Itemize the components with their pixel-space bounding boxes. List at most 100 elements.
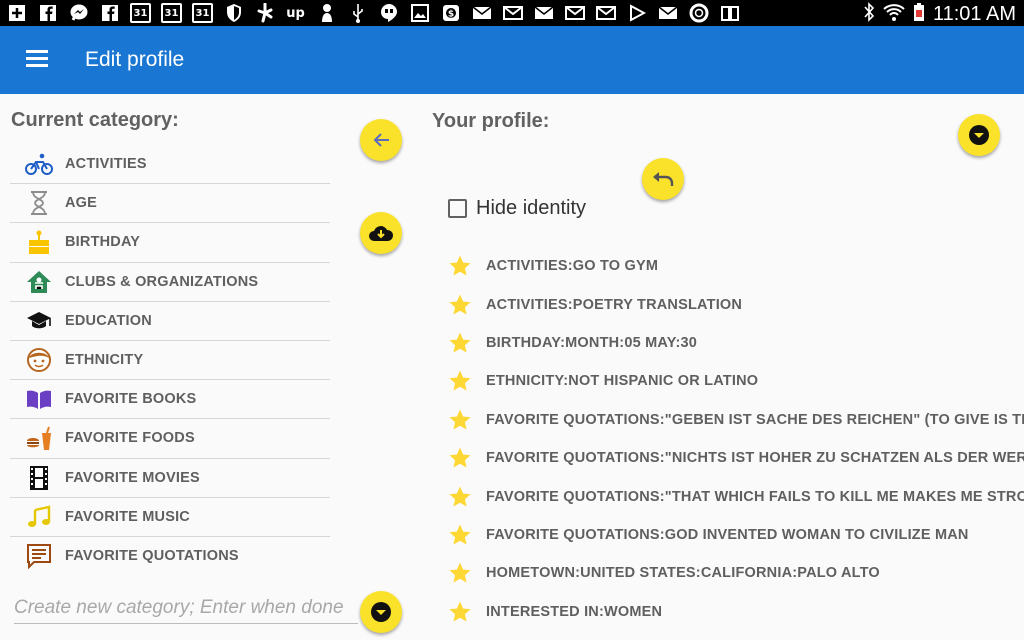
undo-button[interactable] (642, 158, 684, 200)
profile-item-text: INTERESTED IN:WOMEN (486, 603, 663, 620)
hide-identity-checkbox[interactable] (448, 199, 467, 218)
status-time: 11:01 AM (932, 3, 1016, 25)
app-bar: Edit profile (0, 26, 1024, 94)
hangouts-icon (378, 3, 399, 23)
profile-item[interactable]: FAVORITE QUOTATIONS:"THAT WHICH FAILS TO… (448, 477, 1024, 515)
usb-icon (347, 3, 368, 23)
facebook-icon (99, 3, 120, 23)
face-icon (25, 346, 53, 374)
profile-item[interactable]: INTERESTED IN:WOMEN (448, 593, 1024, 631)
cloud-download-icon (369, 226, 394, 241)
mail-icon (657, 3, 678, 23)
profile-item-text: ETHNICITY:NOT HISPANIC OR LATINO (486, 373, 759, 390)
back-button[interactable] (360, 119, 402, 161)
battery-icon (913, 2, 925, 27)
category-label: FAVORITE MOVIES (65, 469, 200, 486)
photo-icon (409, 3, 430, 23)
menu-icon-line (26, 57, 48, 60)
chevron-down-circle-icon (969, 125, 989, 145)
profile-item-text: HOMETOWN:UNITED STATES:CALIFORNIA:PALO A… (486, 565, 880, 582)
messenger-icon (68, 3, 89, 23)
star-icon (449, 562, 471, 583)
category-label: ETHNICITY (65, 352, 144, 369)
star-icon (449, 524, 471, 545)
dollar-icon: $ (440, 3, 461, 23)
category-item-favorite-foods[interactable]: FAVORITE FOODS (10, 419, 330, 459)
category-item-favorite-movies[interactable]: FAVORITE MOVIES (10, 459, 330, 498)
profile-item-text: BIRTHDAY:MONTH:05 MAY:30 (486, 334, 698, 351)
profile-item[interactable]: FAVORITE QUOTATIONS:"GEBEN IST SACHE DES… (448, 401, 1024, 439)
chevron-down-circle-icon (371, 602, 391, 622)
mail-icon (595, 3, 616, 23)
calendar-icon: 31 (192, 3, 213, 23)
category-label: EDUCATION (65, 312, 152, 329)
category-item-activities[interactable]: ACTIVITIES (10, 145, 330, 185)
category-label: BIRTHDAY (65, 234, 141, 251)
new-category-input[interactable] (14, 592, 358, 624)
star-icon (449, 332, 471, 353)
category-item-clubs-organizations[interactable]: CLUBS & ORGANIZATIONS (10, 263, 330, 302)
profile-item[interactable]: HOMETOWN:UNITED STATES:CALIFORNIA:PALO A… (448, 554, 1024, 592)
category-label: FAVORITE FOODS (65, 430, 195, 447)
profile-item-text: ACTIVITIES:POETRY TRANSLATION (486, 296, 743, 313)
notification-icons: 31 31 31 up $ (6, 3, 740, 23)
profile-item[interactable]: FAVORITE QUOTATIONS:"NICHTS IST HOHER ZU… (448, 439, 1024, 477)
profile-item-text: FAVORITE QUOTATIONS:GOD INVENTED WOMAN T… (486, 526, 969, 543)
profile-item[interactable]: ACTIVITIES:POETRY TRANSLATION (448, 285, 1024, 323)
wifi-icon (883, 2, 905, 27)
book-icon (25, 385, 53, 413)
profile-options-button[interactable] (958, 114, 1000, 156)
calendar-icon: 31 (161, 3, 182, 23)
book-icon (719, 3, 740, 23)
download-button[interactable] (360, 212, 402, 254)
profile-item[interactable]: FAVORITE QUOTATIONS:GOD INVENTED WOMAN T… (448, 516, 1024, 554)
profile-item[interactable]: ETHNICITY:NOT HISPANIC OR LATINO (448, 362, 1024, 400)
clubhouse-icon (25, 268, 53, 296)
category-item-education[interactable]: EDUCATION (10, 302, 330, 341)
page-title: Edit profile (85, 48, 185, 71)
profile-item-text: FAVORITE QUOTATIONS:"THAT WHICH FAILS TO… (486, 488, 1024, 505)
person-icon (316, 3, 337, 23)
upwork-icon: up (286, 5, 305, 21)
category-item-favorite-books[interactable]: FAVORITE BOOKS (10, 380, 330, 420)
current-category-heading: Current category: (11, 109, 179, 131)
category-list: ACTIVITIES AGE BIRTHDAY CLUBS & ORGANIZA… (10, 145, 330, 576)
profile-item[interactable]: BIRTHDAY:MONTH:05 MAY:30 (448, 324, 1024, 362)
category-item-favorite-quotations[interactable]: FAVORITE QUOTATIONS (10, 537, 330, 576)
category-item-age[interactable]: AGE (10, 184, 330, 224)
category-label: ACTIVITIES (65, 156, 147, 173)
profile-list: ACTIVITIES:GO TO GYM ACTIVITIES:POETRY T… (448, 247, 1024, 631)
menu-button[interactable] (26, 50, 52, 72)
star-icon (449, 486, 471, 507)
star-icon (449, 447, 471, 468)
play-icon (626, 3, 647, 23)
shield-icon (223, 3, 244, 23)
hourglass-icon (25, 189, 53, 217)
category-label: FAVORITE MUSIC (65, 508, 190, 525)
system-status: 11:01 AM (863, 2, 1016, 27)
svg-text:$: $ (447, 10, 453, 20)
your-profile-heading: Your profile: (432, 110, 550, 132)
menu-icon-line (26, 50, 48, 53)
menu-icon-line (26, 64, 48, 67)
profile-item-text: ACTIVITIES:GO TO GYM (486, 258, 659, 275)
category-label: AGE (65, 195, 98, 212)
category-item-birthday[interactable]: BIRTHDAY (10, 223, 330, 263)
category-item-ethnicity[interactable]: ETHNICITY (10, 341, 330, 381)
profile-item-text: FAVORITE QUOTATIONS:"NICHTS IST HOHER ZU… (486, 450, 1024, 467)
food-icon (25, 424, 53, 452)
calendar-icon: 31 (130, 3, 151, 23)
hide-identity-label: Hide identity (476, 197, 587, 219)
status-bar: 31 31 31 up $ 11:01 AM (0, 0, 1024, 26)
hide-identity-toggle[interactable]: Hide identity (448, 197, 586, 220)
music-note-icon (25, 503, 53, 531)
category-item-favorite-music[interactable]: FAVORITE MUSIC (10, 498, 330, 537)
profile-item[interactable]: ACTIVITIES:GO TO GYM (448, 247, 1024, 285)
category-label: FAVORITE QUOTATIONS (65, 548, 239, 565)
mail-icon (533, 3, 554, 23)
add-icon (6, 3, 27, 23)
facebook-icon (37, 3, 58, 23)
quote-icon (25, 542, 53, 570)
cake-icon (25, 228, 53, 256)
expand-button[interactable] (360, 591, 402, 633)
